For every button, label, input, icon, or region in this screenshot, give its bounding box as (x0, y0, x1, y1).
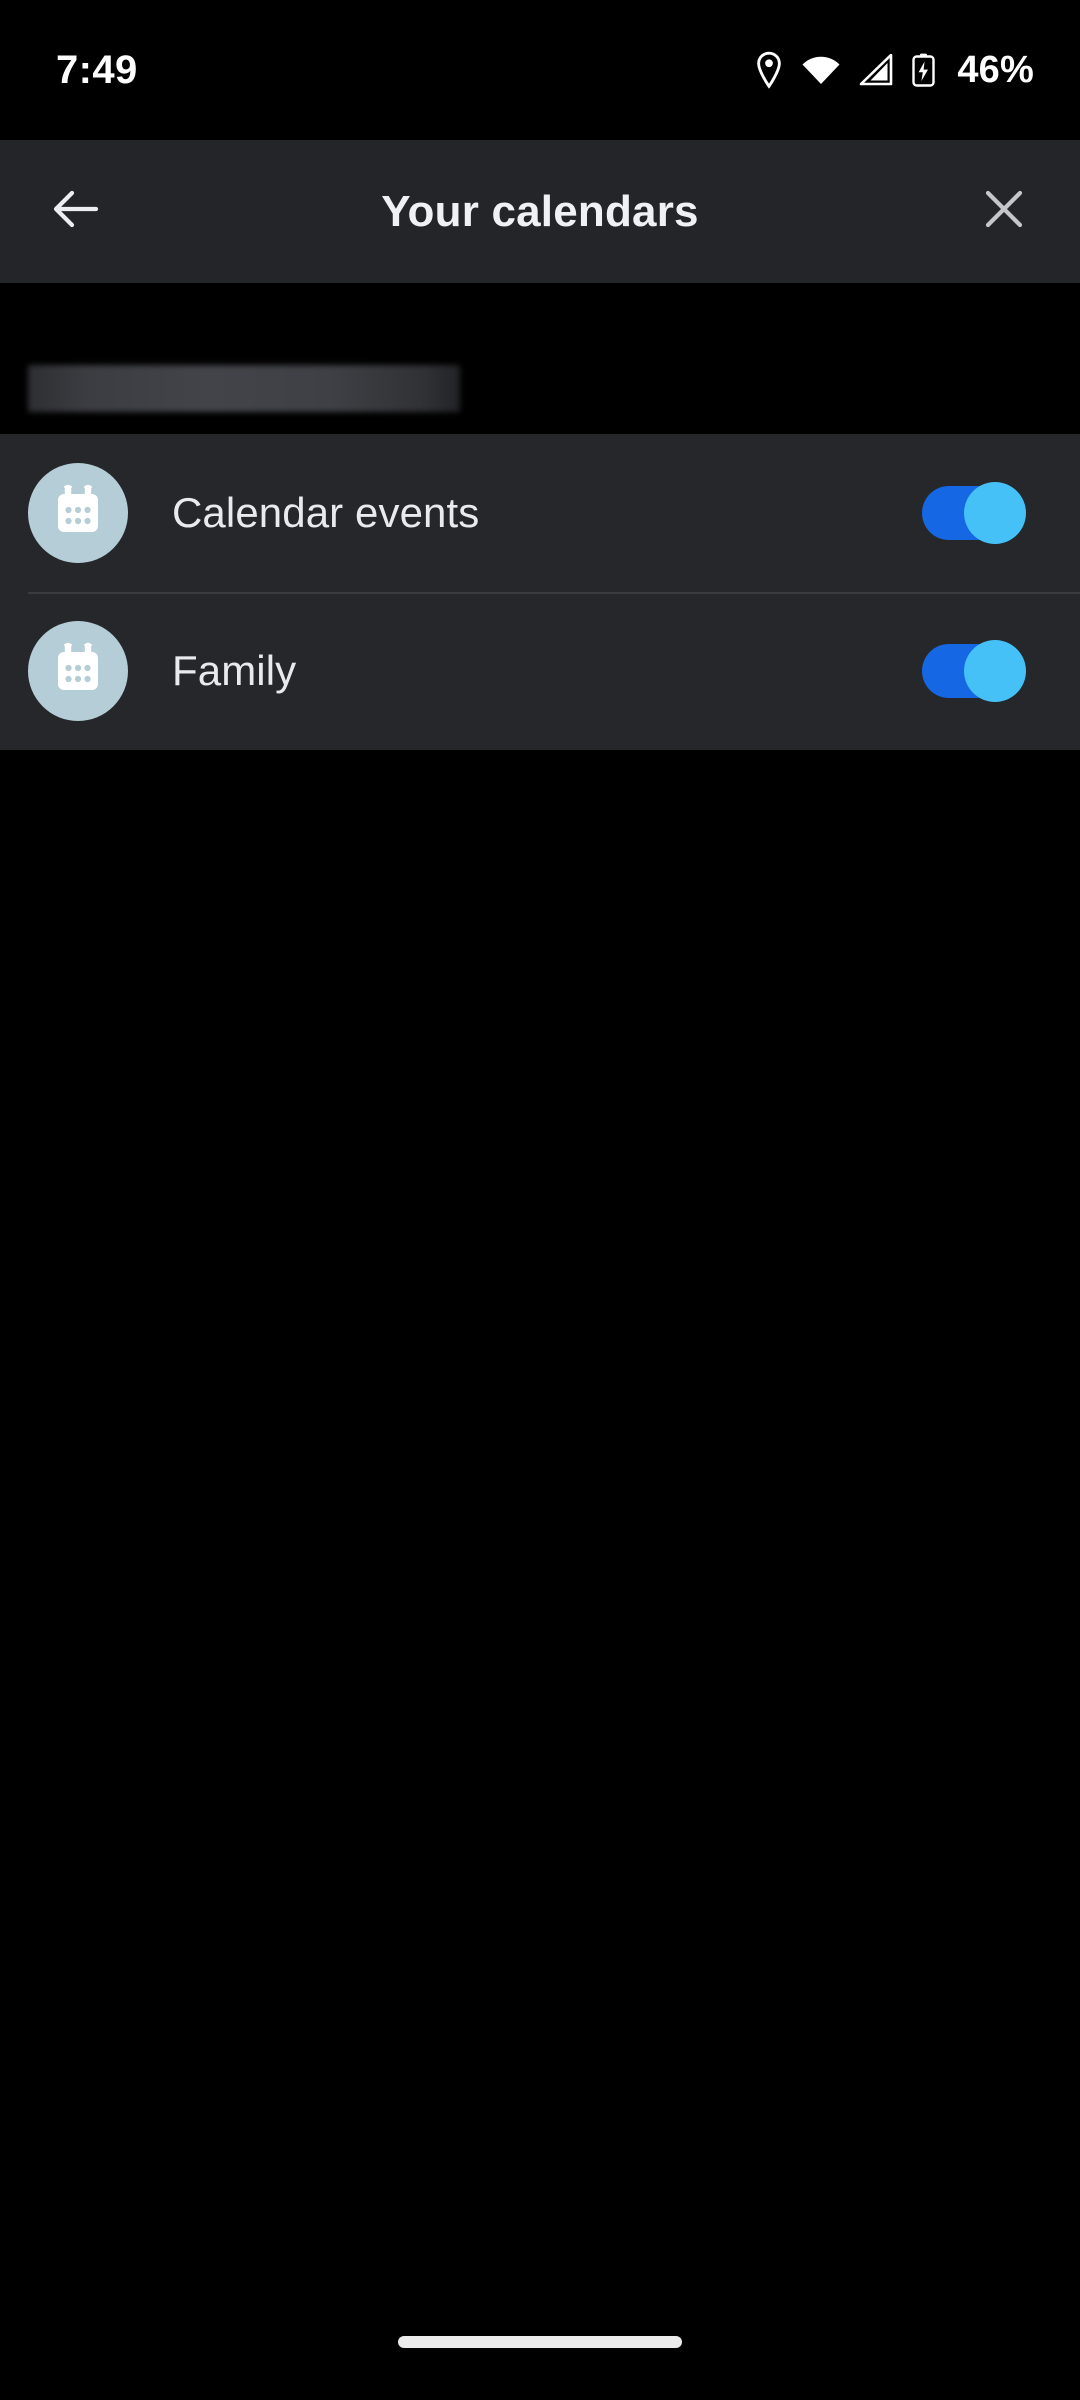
back-button[interactable] (36, 172, 116, 252)
calendar-icon (49, 482, 107, 545)
calendar-icon (49, 640, 107, 703)
avatar (28, 463, 128, 563)
close-button[interactable] (964, 172, 1044, 252)
avatar (28, 621, 128, 721)
page-title: Your calendars (381, 186, 699, 236)
calendar-list: Calendar events Family (0, 434, 1080, 750)
calendar-toggle[interactable] (922, 640, 1026, 702)
toggle-thumb (964, 640, 1026, 702)
list-item-label: Calendar events (172, 489, 480, 536)
location-pin-icon (754, 51, 784, 89)
home-gesture-bar[interactable] (398, 2336, 682, 2348)
status-bar-clock: 7:49 (56, 48, 138, 92)
cellular-signal-icon (858, 54, 894, 86)
app-header: Your calendars (0, 140, 1080, 283)
back-arrow-icon (50, 185, 102, 238)
account-email-redacted (28, 365, 460, 412)
list-item[interactable]: Calendar events (0, 434, 1080, 594)
status-bar: 7:49 46% (0, 0, 1080, 140)
battery-charging-icon (911, 52, 936, 88)
wifi-icon (801, 54, 841, 86)
toggle-thumb (964, 482, 1026, 544)
calendar-toggle[interactable] (922, 482, 1026, 544)
list-item[interactable]: Family (0, 592, 1080, 750)
phone-screen: 7:49 46% Your calendars Calendar events … (0, 0, 1080, 2400)
close-icon (981, 186, 1027, 237)
status-bar-icons: 46% (754, 49, 1034, 92)
list-item-label: Family (172, 647, 297, 694)
account-section (0, 283, 1080, 434)
battery-percentage: 46% (957, 48, 1034, 91)
